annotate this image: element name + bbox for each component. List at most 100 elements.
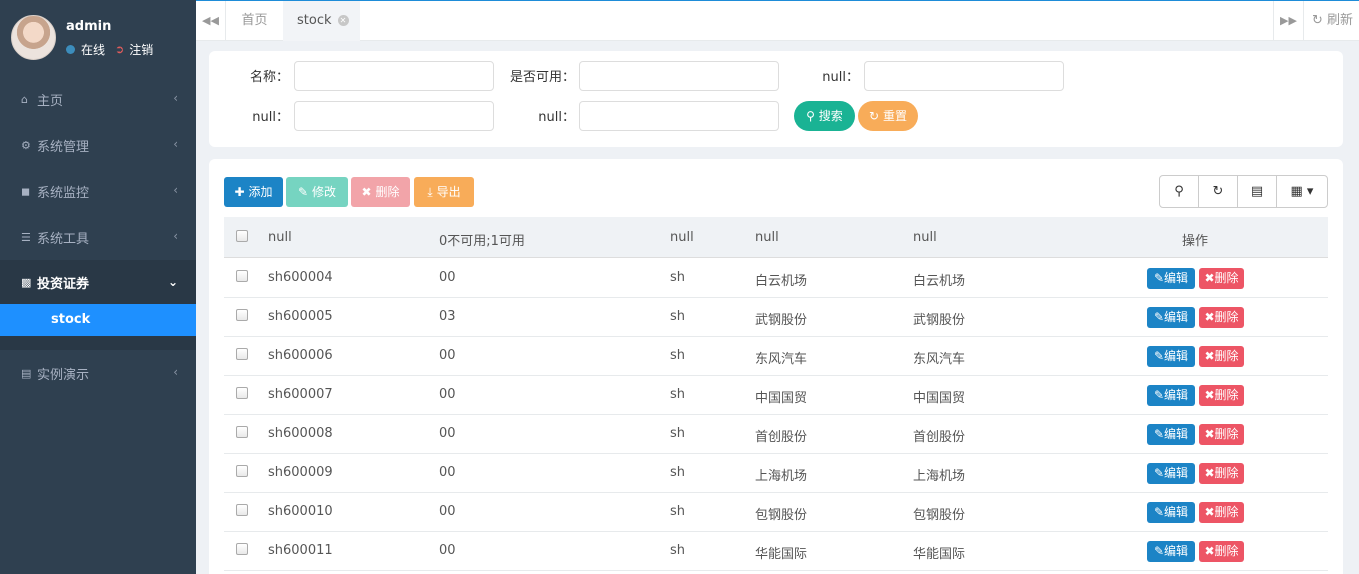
row-checkbox[interactable] <box>236 387 248 399</box>
refresh-label: 刷新 <box>1327 13 1354 28</box>
user-panel: admin 在线 ➲ 注销 <box>0 0 196 76</box>
refresh-icon: ↻ <box>1312 13 1323 28</box>
tab-scroll-right-icon[interactable]: ▶▶ <box>1273 1 1303 41</box>
video-camera-icon: ◼ <box>21 184 31 198</box>
edit-button[interactable]: ✎ 修改 <box>286 177 348 207</box>
row-checkbox[interactable] <box>236 465 248 477</box>
export-button[interactable]: ⤓ 导出 <box>414 177 474 207</box>
submenu-investment: stock <box>0 304 196 350</box>
bars-icon: ☰ <box>21 230 31 244</box>
row-edit-button[interactable]: ✎编辑 <box>1147 346 1195 367</box>
row-checkbox[interactable] <box>236 543 248 555</box>
row-edit-button[interactable]: ✎编辑 <box>1147 541 1195 562</box>
cell-name-2: 武钢股份 <box>913 313 966 328</box>
cell-name: 东风汽车 <box>755 352 808 367</box>
delete-button[interactable]: ✖ 删除 <box>351 177 410 207</box>
column-header[interactable]: 0不可用;1可用 <box>439 230 525 249</box>
reset-button[interactable]: ↻ 重置 <box>858 101 918 131</box>
row-checkbox[interactable] <box>236 309 248 321</box>
row-checkbox[interactable] <box>236 504 248 516</box>
cell-name-2: 包钢股份 <box>913 508 966 523</box>
sidebar-item-stock[interactable]: stock <box>0 304 196 336</box>
chevron-left-icon: ‹ <box>173 91 178 105</box>
search-toggle-icon[interactable]: ⚲ <box>1160 176 1199 207</box>
columns-dropdown-icon[interactable]: ▦ ▾ <box>1277 176 1327 207</box>
row-delete-button[interactable]: ✖删除 <box>1199 502 1244 523</box>
search-button-label: 搜索 <box>818 109 843 123</box>
row-edit-button[interactable]: ✎编辑 <box>1147 463 1195 484</box>
available-input[interactable] <box>579 61 779 91</box>
chevron-left-icon: ‹ <box>173 365 178 379</box>
sidebar-item-system-admin[interactable]: ⚙ 系统管理 ‹ <box>0 122 196 168</box>
table-row[interactable]: sh600004 00 sh 白云机场 白云机场 ✎编辑 ✖删除 <box>224 259 1328 298</box>
cell-flag: 00 <box>439 465 456 480</box>
table-row[interactable]: sh600008 00 sh 首创股份 首创股份 ✎编辑 ✖删除 <box>224 415 1328 454</box>
row-delete-button[interactable]: ✖删除 <box>1199 541 1244 562</box>
sidebar-item-demo[interactable]: ▤ 实例演示 ‹ <box>0 350 196 396</box>
close-icon: ✖ <box>1204 427 1215 441</box>
row-edit-button[interactable]: ✎编辑 <box>1147 424 1195 445</box>
row-delete-button[interactable]: ✖删除 <box>1199 424 1244 445</box>
avatar[interactable] <box>11 15 56 60</box>
refresh-icon[interactable]: ↻ <box>1199 176 1238 207</box>
select-all-checkbox[interactable] <box>236 230 248 242</box>
add-button-label: 添加 <box>248 185 273 199</box>
null-input-2[interactable] <box>294 101 494 131</box>
cell-market: sh <box>670 270 686 285</box>
row-checkbox[interactable] <box>236 270 248 282</box>
row-checkbox[interactable] <box>236 348 248 360</box>
refresh-tab-button[interactable]: ↻ 刷新 <box>1303 1 1359 41</box>
row-edit-button[interactable]: ✎编辑 <box>1147 502 1195 523</box>
table-row[interactable]: sh600010 00 sh 包钢股份 包钢股份 ✎编辑 ✖删除 <box>224 493 1328 532</box>
sidebar-item-label: 系统工具 <box>37 231 90 247</box>
cell-name-2: 中国国贸 <box>913 391 966 406</box>
sidebar-item-label: 投资证券 <box>37 276 90 292</box>
cell-market: sh <box>670 348 686 363</box>
name-input[interactable] <box>294 61 494 91</box>
add-button[interactable]: ✚ 添加 <box>224 177 283 207</box>
chevron-left-icon: ‹ <box>173 183 178 197</box>
row-delete-button[interactable]: ✖删除 <box>1199 385 1244 406</box>
null-input-1[interactable] <box>864 61 1064 91</box>
tab-scroll-left-icon[interactable]: ◀◀ <box>196 1 226 41</box>
row-delete-label: 删除 <box>1214 466 1239 480</box>
sign-out-icon[interactable]: ➲ <box>115 43 124 56</box>
table-row[interactable]: sh600006 00 sh 东风汽车 东风汽车 ✎编辑 ✖删除 <box>224 337 1328 376</box>
row-delete-label: 删除 <box>1214 544 1239 558</box>
row-checkbox[interactable] <box>236 426 248 438</box>
column-header[interactable]: null <box>755 230 779 245</box>
row-delete-button[interactable]: ✖删除 <box>1199 463 1244 484</box>
row-edit-button[interactable]: ✎编辑 <box>1147 385 1195 406</box>
column-header[interactable]: null <box>670 230 694 245</box>
row-delete-button[interactable]: ✖删除 <box>1199 346 1244 367</box>
table-row[interactable]: sh600009 00 sh 上海机场 上海机场 ✎编辑 ✖删除 <box>224 454 1328 493</box>
cell-code: sh600010 <box>268 504 333 519</box>
row-delete-label: 删除 <box>1214 427 1239 441</box>
logout-link[interactable]: 注销 <box>129 41 153 58</box>
row-edit-button[interactable]: ✎编辑 <box>1147 268 1195 289</box>
row-delete-button[interactable]: ✖删除 <box>1199 268 1244 289</box>
cell-code: sh600011 <box>268 543 333 558</box>
table-row[interactable]: sh600007 00 sh 中国国贸 中国国贸 ✎编辑 ✖删除 <box>224 376 1328 415</box>
sidebar-item-investment[interactable]: ▩ 投资证券 ⌄ <box>0 260 196 304</box>
column-header[interactable]: null <box>913 230 937 245</box>
sidebar-item-system-tools[interactable]: ☰ 系统工具 ‹ <box>0 214 196 260</box>
row-edit-button[interactable]: ✎编辑 <box>1147 307 1195 328</box>
table-row[interactable]: sh600011 00 sh 华能国际 华能国际 ✎编辑 ✖删除 <box>224 532 1328 571</box>
cell-flag: 00 <box>439 270 456 285</box>
desktop-icon: ▤ <box>21 366 32 380</box>
null-input-3[interactable] <box>579 101 779 131</box>
sidebar-item-system-monitor[interactable]: ◼ 系统监控 ‹ <box>0 168 196 214</box>
search-icon: ⚲ <box>806 109 815 123</box>
table-row[interactable]: sh600005 03 sh 武钢股份 武钢股份 ✎编辑 ✖删除 <box>224 298 1328 337</box>
sidebar-item-label: 主页 <box>37 93 64 109</box>
sidebar-item-home[interactable]: ⌂ 主页 ‹ <box>0 76 196 122</box>
tab-stock[interactable]: stock ✕ <box>283 1 360 41</box>
toggle-view-icon[interactable]: ▤ <box>1238 176 1277 207</box>
search-button[interactable]: ⚲ 搜索 <box>794 101 855 131</box>
close-icon: ✖ <box>1204 505 1215 519</box>
row-delete-button[interactable]: ✖删除 <box>1199 307 1244 328</box>
close-icon[interactable]: ✕ <box>337 15 349 26</box>
column-header[interactable]: null <box>268 230 292 245</box>
tab-home[interactable]: 首页 <box>226 1 283 41</box>
